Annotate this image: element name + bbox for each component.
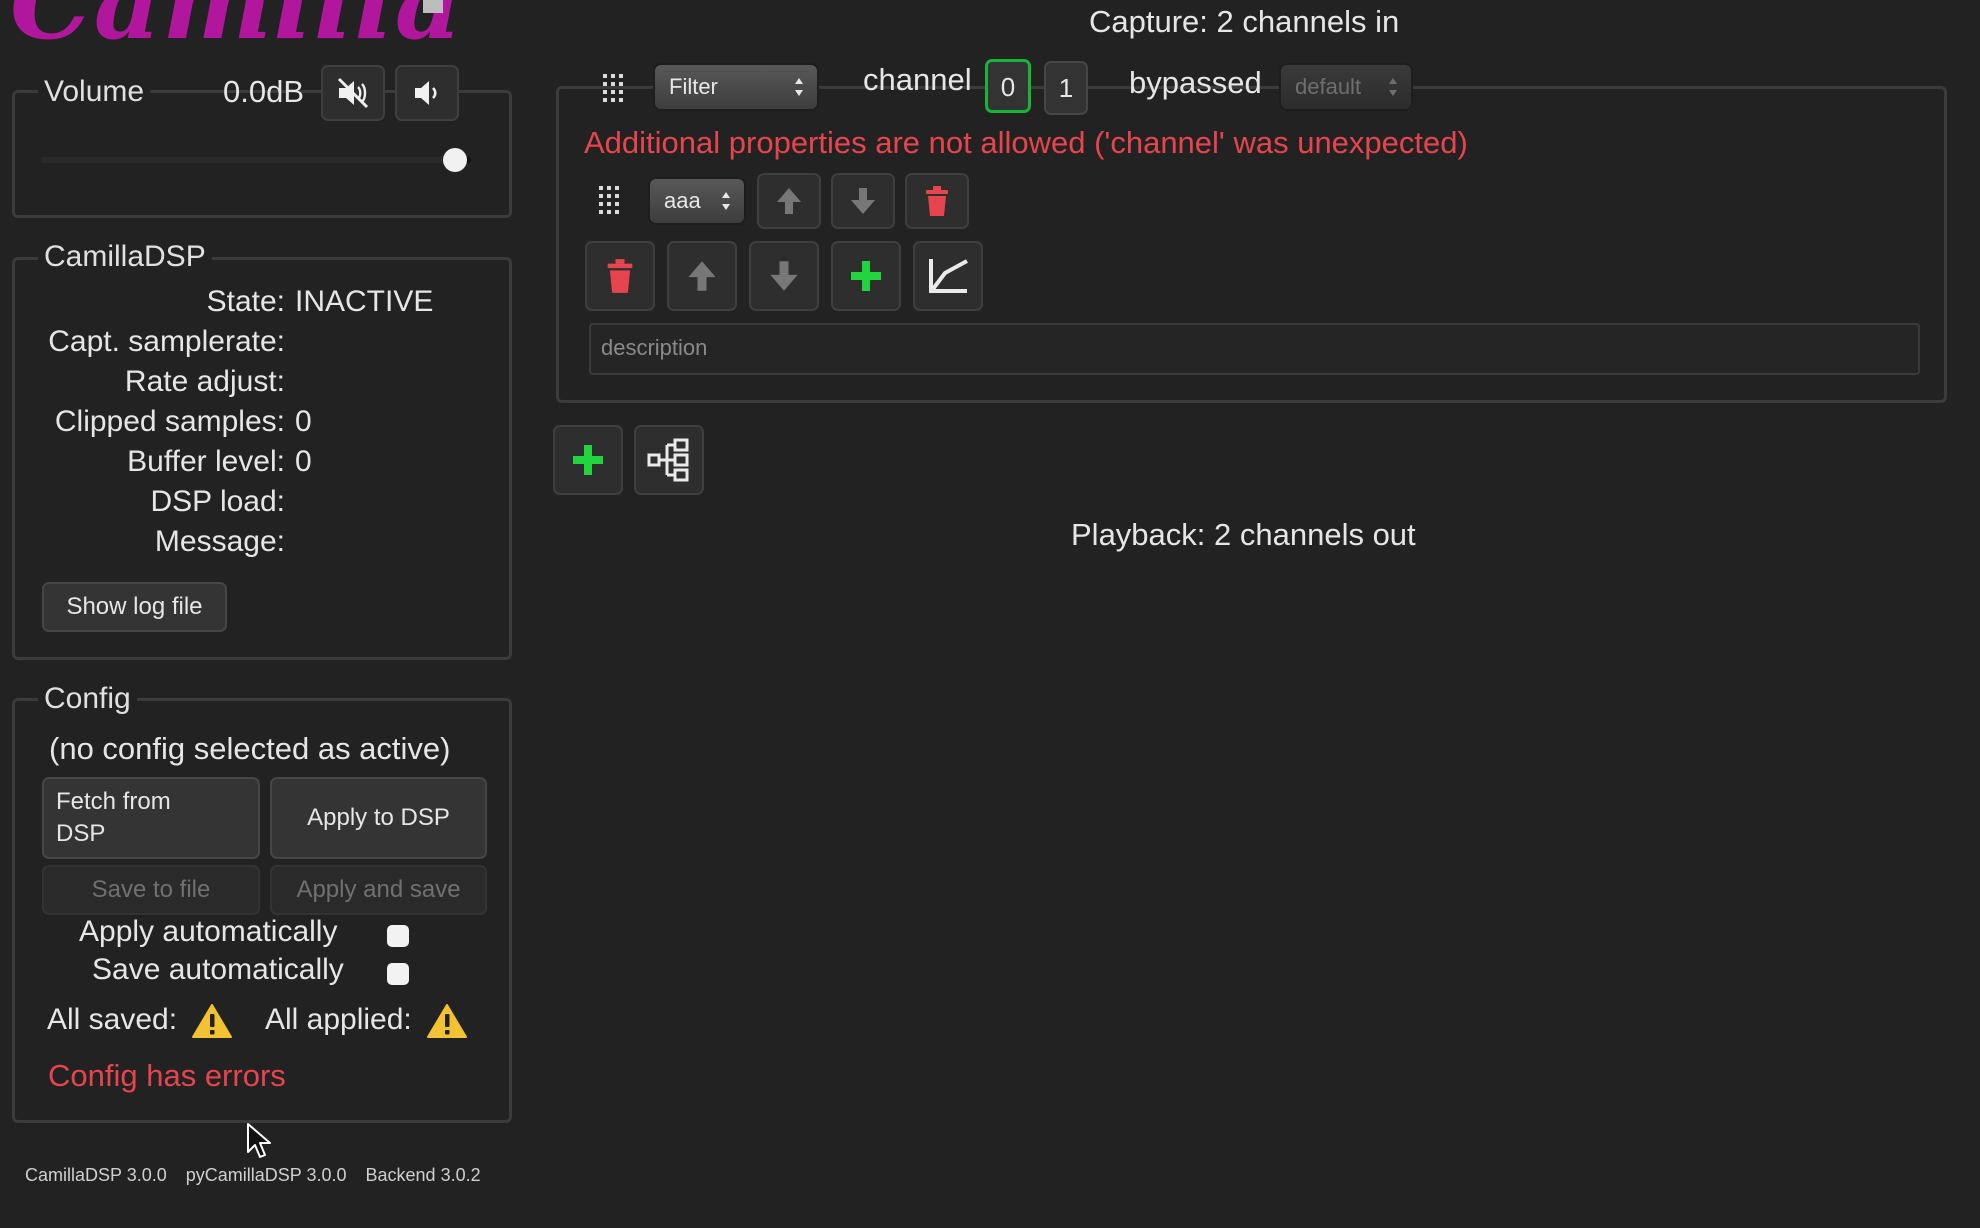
pipeline-plot-button[interactable] [634, 425, 704, 495]
fetch-from-dsp-button[interactable]: Fetch from DSP [42, 777, 260, 859]
plot-response-button[interactable] [913, 241, 983, 311]
status-row-dsp-load: DSP load: [25, 482, 295, 522]
status-value: INACTIVE [295, 285, 434, 318]
channel-1-button[interactable]: 1 [1044, 61, 1088, 115]
all-applied-status: All applied: [265, 1000, 468, 1040]
version-footer: CamillaDSP 3.0.0 pyCamillaDSP 3.0.0 Back… [25, 1165, 495, 1186]
step-move-down-button[interactable] [749, 241, 819, 311]
warning-icon [192, 1004, 233, 1039]
auto-apply-label: Apply automatically [79, 915, 338, 948]
volume-slider-fill [41, 157, 455, 163]
camilladsp-version: CamillaDSP 3.0.0 [25, 1165, 167, 1185]
status-label: Rate adjust: [124, 365, 285, 398]
status-label: Capt. samplerate: [48, 325, 285, 358]
pipeline-step-panel: Filter channel 0 1 bypassed default Addi… [556, 59, 1947, 403]
all-saved-label: All saved: [47, 1003, 178, 1036]
pycamilladsp-version: pyCamillaDSP 3.0.0 [185, 1165, 347, 1185]
arrow-down-icon [851, 188, 875, 214]
auto-save-checkbox[interactable] [387, 963, 409, 985]
camilladsp-panel: CamillaDSP State: INACTIVE Capt. samplera… [12, 237, 512, 660]
status-row-message: Message: [25, 522, 295, 562]
bypassed-select[interactable]: default [1279, 63, 1413, 111]
backend-version: Backend 3.0.2 [365, 1165, 481, 1185]
auto-save-label: Save automatically [92, 953, 344, 986]
status-label: DSP load: [150, 485, 285, 518]
filter-name-value: aaa [664, 188, 701, 213]
add-step-button[interactable] [553, 425, 623, 495]
status-label: Message: [154, 525, 285, 558]
active-config-text: (no config selected as active) [49, 731, 451, 766]
arrow-up-icon [688, 261, 716, 291]
playback-text: Playback: 2 channels out [1071, 517, 1416, 552]
show-log-button[interactable]: Show log file [42, 582, 227, 632]
filter-name-select[interactable]: aaa [648, 177, 746, 225]
all-applied-label: All applied: [265, 1003, 412, 1036]
plus-icon [573, 445, 603, 475]
apply-to-dsp-button[interactable]: Apply to DSP [270, 777, 487, 859]
chart-line-icon [929, 259, 968, 293]
status-row-samplerate: Capt. samplerate: [25, 322, 295, 362]
channel-0-button[interactable]: 0 [985, 59, 1031, 113]
fetch-label-line-1: Fetch from [56, 788, 171, 815]
status-label: State: [206, 285, 285, 318]
mouse-cursor-icon [247, 1123, 271, 1158]
arrow-down-icon [770, 261, 798, 291]
app-root: Camilla Volume 0.0dB CamillaDSP State: I… [0, 0, 1980, 1228]
fetch-label-line-2: DSP [56, 820, 106, 847]
speaker-icon [415, 81, 437, 105]
status-row-buffer: Buffer level: 0 [25, 442, 312, 482]
status-value: 0 [295, 405, 312, 438]
volume-legend: Volume [38, 72, 151, 112]
step-move-up-button[interactable] [667, 241, 737, 311]
apply-and-save-button[interactable]: Apply and save [270, 865, 487, 915]
status-row-state: State: INACTIVE [25, 282, 434, 322]
plus-icon [851, 261, 881, 291]
logo-mark [423, 0, 443, 13]
unmute-button[interactable] [395, 65, 459, 121]
filter-delete-button[interactable] [905, 173, 969, 229]
config-panel: Config (no config selected as active) Fe… [12, 679, 512, 1123]
status-label: Clipped samples: [54, 405, 285, 438]
volume-slider[interactable] [41, 148, 471, 172]
trash-icon [926, 186, 948, 216]
step-error-message: Additional properties are not allowed ('… [584, 125, 1468, 160]
filter-drag-handle-icon[interactable] [597, 184, 623, 216]
description-input[interactable]: description [589, 323, 1920, 375]
step-type-value: Filter [669, 74, 718, 99]
volume-panel: Volume 0.0dB [12, 65, 512, 218]
mute-button[interactable] [321, 65, 385, 121]
add-filter-button[interactable] [831, 241, 901, 311]
status-label: Buffer level: [127, 445, 285, 478]
filter-move-down-button[interactable] [831, 173, 895, 229]
drag-handle-icon[interactable] [601, 72, 627, 104]
step-delete-button[interactable] [585, 241, 655, 311]
camilladsp-legend: CamillaDSP [38, 237, 212, 277]
flowchart-icon [647, 438, 689, 482]
trash-icon [607, 259, 633, 293]
capture-text: Capture: 2 channels in [1089, 4, 1400, 39]
arrow-up-icon [777, 188, 801, 214]
config-legend: Config [38, 679, 137, 719]
auto-apply-checkbox[interactable] [387, 925, 409, 947]
select-arrows-icon [795, 78, 803, 96]
step-type-select[interactable]: Filter [653, 63, 819, 111]
warning-icon [427, 1004, 468, 1039]
app-logo: Camilla [10, 0, 464, 63]
bypassed-label: bypassed [1129, 65, 1262, 100]
status-row-clipped: Clipped samples: 0 [25, 402, 312, 442]
volume-slider-handle[interactable] [443, 148, 467, 172]
status-value: 0 [295, 445, 312, 478]
filter-move-up-button[interactable] [757, 173, 821, 229]
channel-label: channel [863, 62, 972, 97]
speaker-mute-icon [337, 77, 369, 109]
bypassed-value: default [1295, 74, 1362, 99]
all-saved-status: All saved: [47, 1000, 233, 1040]
save-to-file-button[interactable]: Save to file [42, 865, 260, 915]
status-row-rate-adjust: Rate adjust: [25, 362, 295, 402]
config-error-text: Config has errors [48, 1058, 286, 1093]
volume-value: 0.0dB [223, 74, 305, 109]
select-arrows-icon [722, 192, 730, 210]
select-arrows-icon [1389, 78, 1397, 96]
